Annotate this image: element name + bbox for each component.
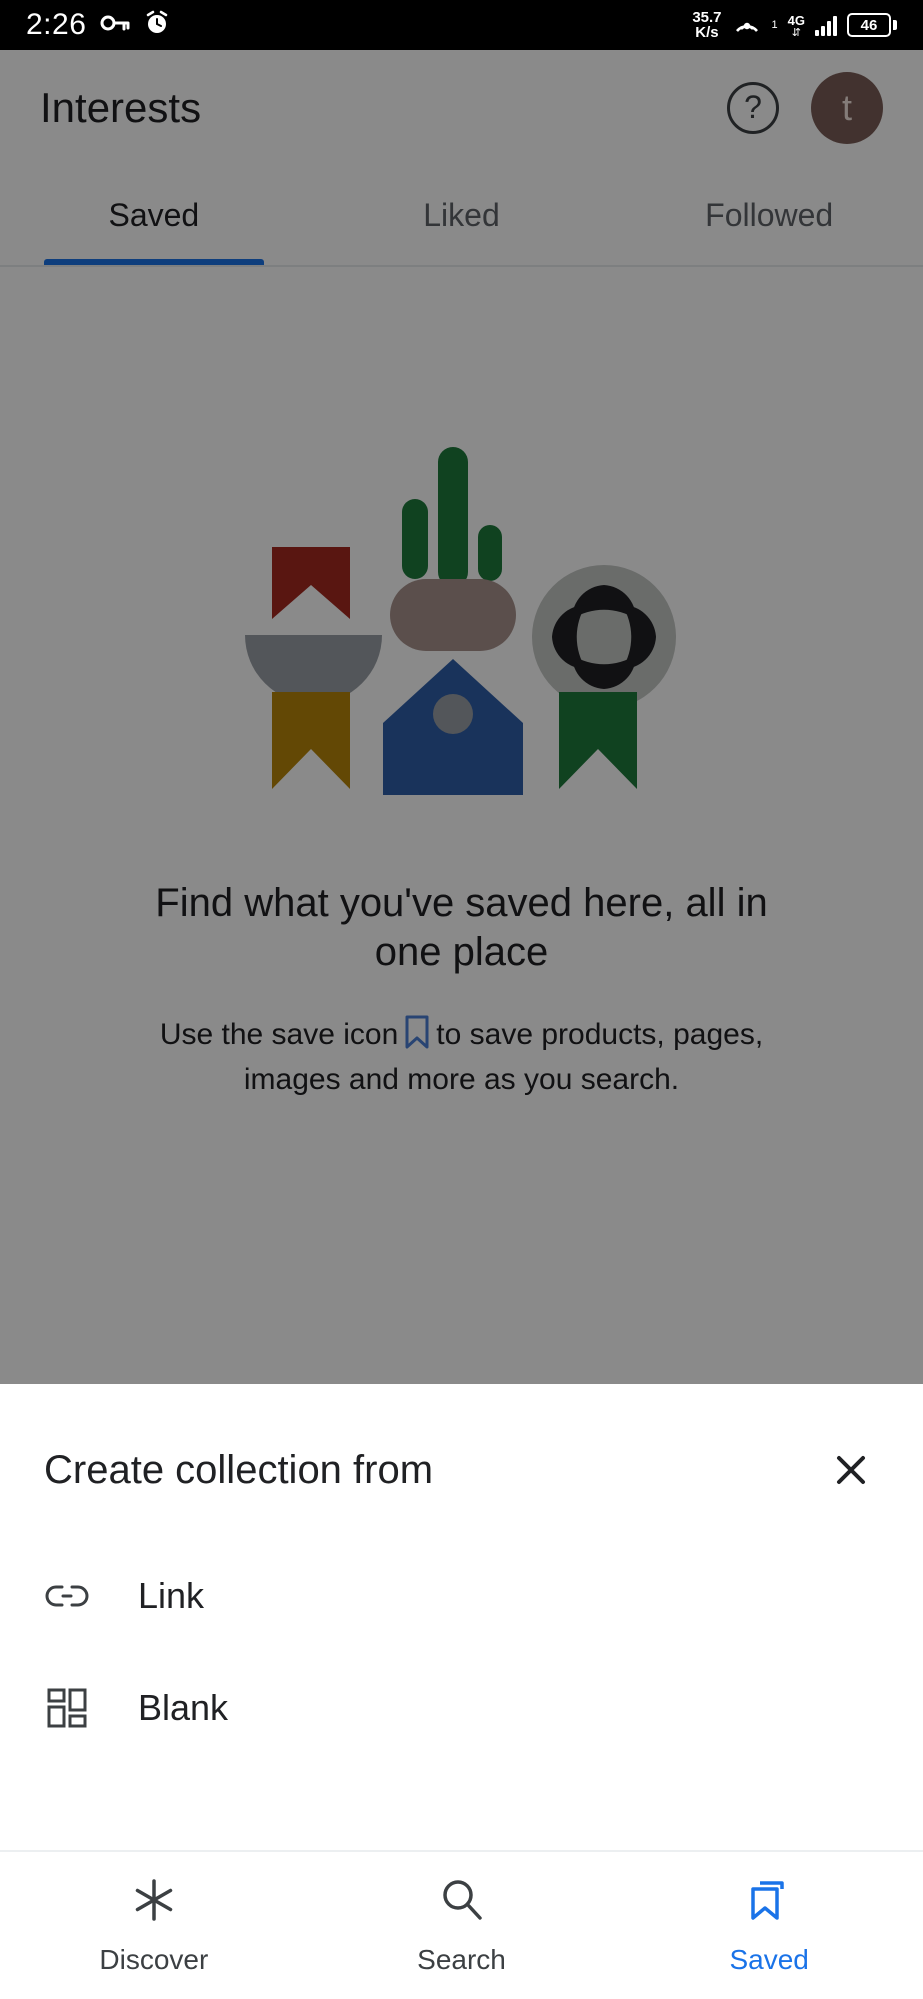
create-collection-sheet: Create collection from Link Blank	[0, 1384, 923, 1850]
sim-index: 1	[771, 19, 778, 31]
search-icon	[437, 1875, 487, 1930]
status-bar-left: 2:26	[26, 8, 170, 42]
alarm-icon	[144, 10, 170, 41]
sheet-header: Create collection from	[0, 1384, 923, 1498]
battery-percent: 46	[860, 16, 878, 34]
modal-scrim[interactable]	[0, 50, 923, 1384]
sheet-option-link[interactable]: Link	[0, 1540, 923, 1652]
network-type-group: 4G ⇵	[787, 12, 805, 39]
status-time: 2:26	[26, 8, 87, 41]
bookmarks-stack-icon	[744, 1875, 794, 1930]
bottom-navigation: Discover Search Saved	[0, 1850, 923, 1999]
signal-bars-icon	[815, 14, 837, 36]
nav-item-discover[interactable]: Discover	[0, 1852, 308, 1999]
nav-item-search[interactable]: Search	[308, 1852, 616, 1999]
phone-screen: 2:26 35.7 K/s 1 4G ⇵ 46 Interests ? t Sa…	[0, 0, 923, 1999]
hotspot-icon	[732, 9, 762, 42]
dashboard-grid-icon	[44, 1685, 90, 1731]
close-icon[interactable]	[823, 1442, 879, 1498]
status-bar-right: 35.7 K/s 1 4G ⇵ 46	[692, 9, 897, 42]
sheet-option-blank-label: Blank	[138, 1687, 229, 1728]
network-speed-unit: K/s	[695, 24, 719, 41]
nav-item-discover-label: Discover	[99, 1944, 209, 1975]
network-type: 4G	[787, 12, 805, 28]
status-bar: 2:26 35.7 K/s 1 4G ⇵ 46	[0, 0, 923, 50]
link-icon	[44, 1573, 90, 1619]
nav-item-search-label: Search	[417, 1944, 506, 1975]
nav-item-saved[interactable]: Saved	[615, 1852, 923, 1999]
network-speed: 35.7 K/s	[692, 10, 721, 40]
network-speed-value: 35.7	[692, 9, 722, 26]
nav-item-saved-label: Saved	[729, 1944, 809, 1975]
asterisk-icon	[129, 1875, 179, 1930]
data-arrows-icon: ⇵	[791, 26, 801, 39]
key-icon	[100, 12, 130, 39]
sheet-option-blank[interactable]: Blank	[0, 1652, 923, 1764]
battery-icon: 46	[847, 13, 897, 37]
sheet-title: Create collection from	[44, 1447, 434, 1492]
sheet-options-list: Link Blank	[0, 1540, 923, 1764]
sheet-option-link-label: Link	[138, 1575, 205, 1616]
